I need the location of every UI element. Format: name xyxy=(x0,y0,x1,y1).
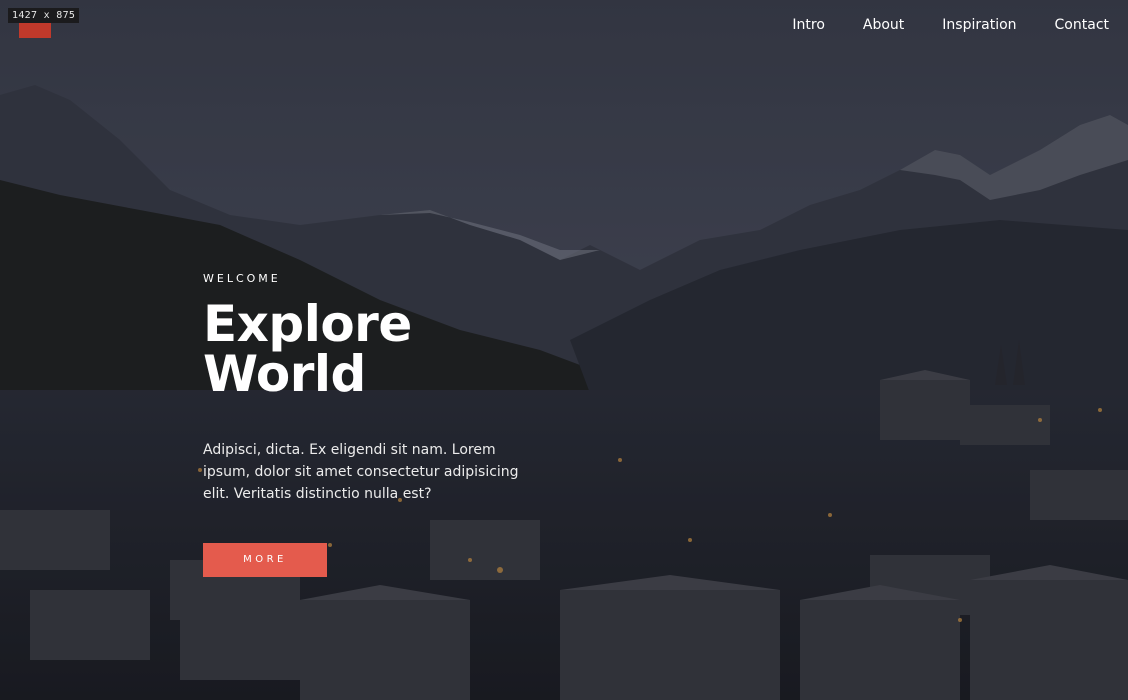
more-button[interactable]: MORE xyxy=(203,543,327,577)
hero-title: Explore World xyxy=(203,295,412,403)
nav-link-contact[interactable]: Contact xyxy=(1055,17,1109,33)
nav-link-inspiration[interactable]: Inspiration xyxy=(942,17,1016,33)
nav-link-intro[interactable]: Intro xyxy=(792,17,825,33)
nav-link-about[interactable]: About xyxy=(863,17,904,33)
hero-description: Adipisci, dicta. Ex eligendi sit nam. Lo… xyxy=(203,442,519,502)
hero-content: WELCOME Explore World Adipisci, dicta. E… xyxy=(203,272,583,577)
dimension-badge: 1427 x 875 xyxy=(8,8,80,23)
main-nav: Intro About Inspiration Contact xyxy=(754,17,1109,33)
hero-eyebrow: WELCOME xyxy=(203,272,281,285)
